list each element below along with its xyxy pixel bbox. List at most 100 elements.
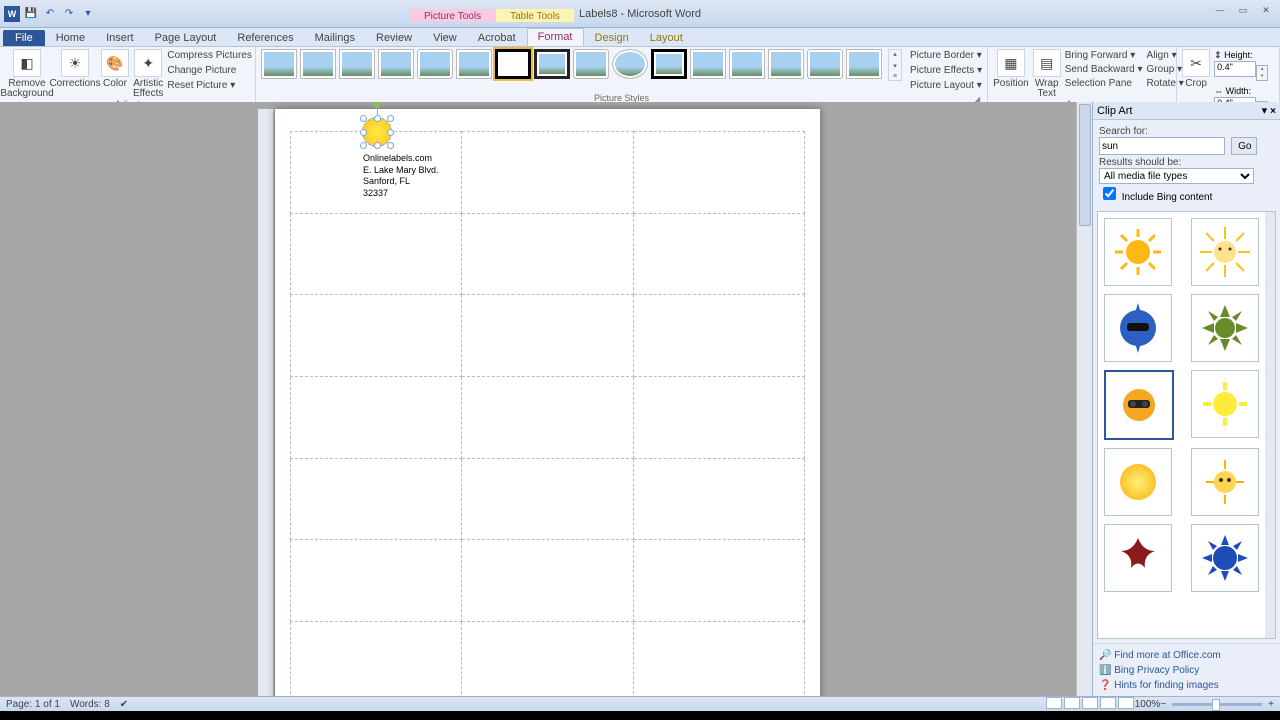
vertical-scrollbar[interactable] [1076,102,1093,697]
style-item[interactable] [573,49,609,79]
close-button[interactable]: ✕ [1256,4,1276,16]
height-field[interactable]: ⇕ Height: 0.4"▴▾ [1214,49,1274,81]
rotate-handle[interactable] [374,102,380,108]
clipart-thumb[interactable] [1104,218,1172,286]
style-item[interactable] [651,49,687,79]
results-label: Results should be: [1099,157,1274,168]
tab-insert[interactable]: Insert [96,30,144,46]
picture-layout-button[interactable]: Picture Layout ▾ [910,79,982,92]
document-area[interactable]: Onlinelabels.com E. Lake Mary Blvd. Sanf… [0,102,1093,697]
tab-home[interactable]: Home [46,30,95,46]
clipart-thumb[interactable] [1191,294,1259,362]
style-item[interactable] [612,49,648,79]
clipart-thumb[interactable] [1104,294,1172,362]
search-input[interactable] [1099,137,1225,155]
style-item[interactable] [729,49,765,79]
wrap-text-button[interactable]: ▤Wrap Text [1033,49,1061,99]
style-item[interactable] [768,49,804,79]
results-select[interactable]: All media file types [1099,168,1254,184]
style-item[interactable] [534,49,570,79]
clipart-thumb[interactable] [1191,524,1259,592]
compress-pictures-button[interactable]: Compress Pictures [167,49,251,62]
style-item[interactable] [846,49,882,79]
tab-acrobat[interactable]: Acrobat [468,30,526,46]
label-table[interactable]: Onlinelabels.com E. Lake Mary Blvd. Sanf… [290,131,805,697]
bring-forward-button[interactable]: Bring Forward ▾ [1065,49,1143,62]
style-item[interactable] [417,49,453,79]
change-picture-button[interactable]: Change Picture [167,64,251,77]
tab-file[interactable]: File [3,30,45,46]
clipart-pane: Clip Art ▾ × Search for: Go Results shou… [1092,102,1280,697]
artistic-effects-button[interactable]: ✦Artistic Effects [133,49,163,99]
style-item[interactable] [378,49,414,79]
status-page[interactable]: Page: 1 of 1 [6,699,60,710]
color-button[interactable]: 🎨Color [101,49,129,89]
pane-close-icon[interactable]: × [1270,106,1276,117]
tab-review[interactable]: Review [366,30,422,46]
minimize-button[interactable]: — [1210,4,1230,16]
window-title: Labels8 - Microsoft Word [579,8,701,20]
zoom-in-button[interactable]: + [1268,699,1274,710]
style-item[interactable] [807,49,843,79]
title-bar: W 💾 ↶ ↷ ▾ Picture Tools Table Tools Labe… [0,0,1280,28]
style-item[interactable] [300,49,336,79]
clipart-results[interactable] [1097,211,1276,639]
clipart-thumb[interactable] [1104,524,1172,592]
position-button[interactable]: ▦Position [993,49,1029,89]
selection-pane-button[interactable]: Selection Pane [1065,77,1143,90]
tab-design[interactable]: Design [585,30,639,46]
style-item[interactable] [456,49,492,79]
remove-background-button[interactable]: ◧Remove Background [5,49,49,99]
clipart-thumb[interactable] [1191,218,1259,286]
selected-clipart-sun[interactable] [362,117,392,147]
vertical-ruler [258,109,274,697]
zoom-out-button[interactable]: − [1160,699,1166,710]
clipart-thumb[interactable] [1104,448,1172,516]
reset-picture-button[interactable]: Reset Picture ▾ [167,79,251,92]
style-item[interactable] [261,49,297,79]
redo-icon[interactable]: ↷ [61,6,77,22]
page[interactable]: Onlinelabels.com E. Lake Mary Blvd. Sanf… [275,109,820,697]
picture-border-button[interactable]: Picture Border ▾ [910,49,982,62]
tab-page-layout[interactable]: Page Layout [145,30,227,46]
qat-dropdown-icon[interactable]: ▾ [80,6,96,22]
results-scrollbar[interactable] [1265,212,1275,638]
tab-mailings[interactable]: Mailings [305,30,365,46]
corrections-button[interactable]: ☀Corrections [53,49,97,89]
link-office[interactable]: 🔎 Find more at Office.com [1099,648,1274,663]
pane-dropdown-icon[interactable]: ▾ [1262,105,1268,117]
label-address[interactable]: Onlinelabels.com E. Lake Mary Blvd. Sanf… [363,153,457,200]
status-bar: Page: 1 of 1 Words: 8 ✔ 100% − + [0,696,1280,711]
save-icon[interactable]: 💾 [23,6,39,22]
gallery-more-button[interactable]: ▴▾≡ [888,49,902,81]
crop-button[interactable]: ✂Crop [1182,49,1210,89]
link-privacy[interactable]: ℹ️ Bing Privacy Policy [1099,663,1274,678]
picture-effects-button[interactable]: Picture Effects ▾ [910,64,982,77]
tab-layout[interactable]: Layout [640,30,693,46]
clipart-thumb-selected[interactable] [1104,370,1174,440]
ribbon-tabs: File Home Insert Page Layout References … [0,28,1280,47]
status-words[interactable]: Words: 8 [70,699,110,710]
quick-access-toolbar: W 💾 ↶ ↷ ▾ [0,6,100,22]
link-hints[interactable]: ❓ Hints for finding images [1099,678,1274,693]
proofing-icon[interactable]: ✔ [120,699,128,710]
zoom-level[interactable]: 100% [1135,699,1161,710]
view-buttons[interactable] [1045,697,1135,712]
style-item[interactable] [495,49,531,79]
style-item[interactable] [690,49,726,79]
tab-format[interactable]: Format [527,28,584,46]
context-tab-picture-tools: Picture Tools [410,9,495,22]
style-item[interactable] [339,49,375,79]
search-label: Search for: [1099,126,1274,137]
clipart-thumb[interactable] [1191,448,1259,516]
clipart-thumb[interactable] [1191,370,1259,438]
go-button[interactable]: Go [1231,137,1257,155]
undo-icon[interactable]: ↶ [42,6,58,22]
zoom-slider[interactable] [1172,703,1262,706]
send-backward-button[interactable]: Send Backward ▾ [1065,63,1143,76]
tab-view[interactable]: View [423,30,467,46]
tab-references[interactable]: References [227,30,303,46]
picture-styles-gallery[interactable] [261,49,882,79]
bing-checkbox[interactable]: Include Bing content [1099,192,1212,203]
maximize-button[interactable]: ▭ [1233,4,1253,16]
